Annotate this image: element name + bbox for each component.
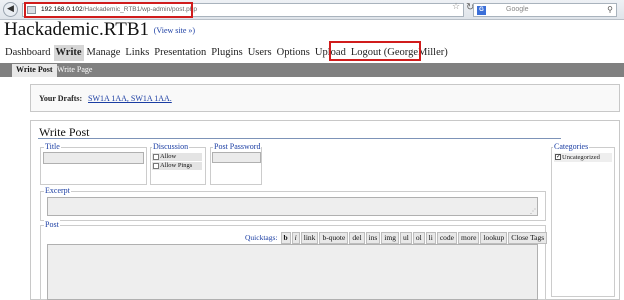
excerpt-legend: Excerpt [44, 186, 71, 195]
menu-dashboard[interactable]: Dashboard [3, 45, 53, 61]
quicktag-bold-button[interactable]: b [280, 232, 291, 244]
allow-pings-checkbox[interactable]: Allow Pings [152, 162, 202, 170]
logout-highlight-box [329, 41, 421, 61]
quicktags-label: Quicktags: [245, 233, 278, 242]
search-input[interactable]: G Google ⚲ [473, 3, 617, 17]
browser-toolbar: ◀ 192.168.0.102/Hackademic_RTB1/wp-admin… [0, 0, 624, 20]
quicktag-link-button[interactable]: link [300, 232, 319, 244]
categories-fieldset [551, 147, 615, 297]
bookmark-star-icon[interactable]: ☆ [452, 2, 460, 12]
resize-grip-icon[interactable]: ⋰ [530, 209, 536, 215]
checkbox-icon[interactable] [153, 154, 159, 160]
drafts-label: Your Drafts: [39, 94, 83, 103]
category-uncategorized[interactable]: ✓ Uncategorized [554, 153, 612, 162]
quicktag-ol-button[interactable]: ol [412, 232, 425, 244]
search-icon[interactable]: ⚲ [607, 4, 613, 16]
excerpt-textarea[interactable] [47, 197, 538, 216]
site-title-text: Hackademic.RTB1 [4, 19, 150, 40]
title-legend: Title [44, 142, 61, 151]
quicktag-del-button[interactable]: del [349, 232, 365, 244]
draft-links[interactable]: SW1A 1AA, SW1A 1AA. [88, 94, 172, 103]
quicktag-lookup-button[interactable]: lookup [480, 232, 508, 244]
quicktag-code-button[interactable]: code [436, 232, 457, 244]
allow-pings-label: Allow Pings [160, 162, 193, 169]
drafts-box: Your Drafts: SW1A 1AA, SW1A 1AA. [30, 84, 620, 112]
tab-write-page[interactable]: Write Page [53, 64, 96, 76]
menu-users[interactable]: Users [246, 45, 274, 61]
password-legend: Post Password [213, 142, 262, 151]
discussion-legend: Discussion [152, 142, 190, 151]
menu-manage[interactable]: Manage [85, 45, 123, 61]
quicktag-bquote-button[interactable]: b-quote [319, 232, 349, 244]
checkbox-icon[interactable] [153, 163, 159, 169]
post-password-input[interactable] [212, 152, 261, 163]
url-highlight-box [24, 2, 193, 18]
categories-legend: Categories [553, 142, 590, 151]
menu-links[interactable]: Links [123, 45, 151, 61]
view-site-link[interactable]: (View site ») [154, 26, 195, 35]
allow-comments-checkbox[interactable]: Allow Comments [152, 153, 202, 168]
menu-write[interactable]: Write [53, 45, 84, 61]
quicktag-li-button[interactable]: li [425, 232, 436, 244]
title-divider [38, 138, 561, 139]
quicktag-img-button[interactable]: img [381, 232, 399, 244]
quicktag-more-button[interactable]: more [458, 232, 480, 244]
checkmark-icon[interactable]: ✓ [555, 154, 561, 160]
quicktag-ins-button[interactable]: ins [365, 232, 381, 244]
sub-navigation: Write Post Write Page [0, 63, 624, 77]
quicktag-ul-button[interactable]: ul [399, 232, 412, 244]
quicktag-italic-button[interactable]: i [291, 232, 300, 244]
title-input[interactable] [43, 152, 144, 164]
menu-presentation[interactable]: Presentation [152, 45, 208, 61]
post-content-textarea[interactable] [47, 244, 538, 300]
menu-plugins[interactable]: Plugins [209, 45, 245, 61]
menu-options[interactable]: Options [275, 45, 312, 61]
search-placeholder: Google [506, 6, 529, 13]
site-title: Hackademic.RTB1 (View site ») [4, 19, 195, 41]
google-icon[interactable]: G [477, 6, 486, 15]
post-legend: Post [44, 220, 60, 229]
quicktags-toolbar: Quicktags: b i link b-quote del ins img ul ol li co… [245, 232, 548, 244]
category-label: Uncategorized [562, 154, 600, 161]
quicktag-close-tags-button[interactable]: Close Tags [508, 232, 548, 244]
back-arrow-icon[interactable]: ◀ [3, 2, 18, 17]
tab-write-post[interactable]: Write Post [12, 64, 57, 77]
